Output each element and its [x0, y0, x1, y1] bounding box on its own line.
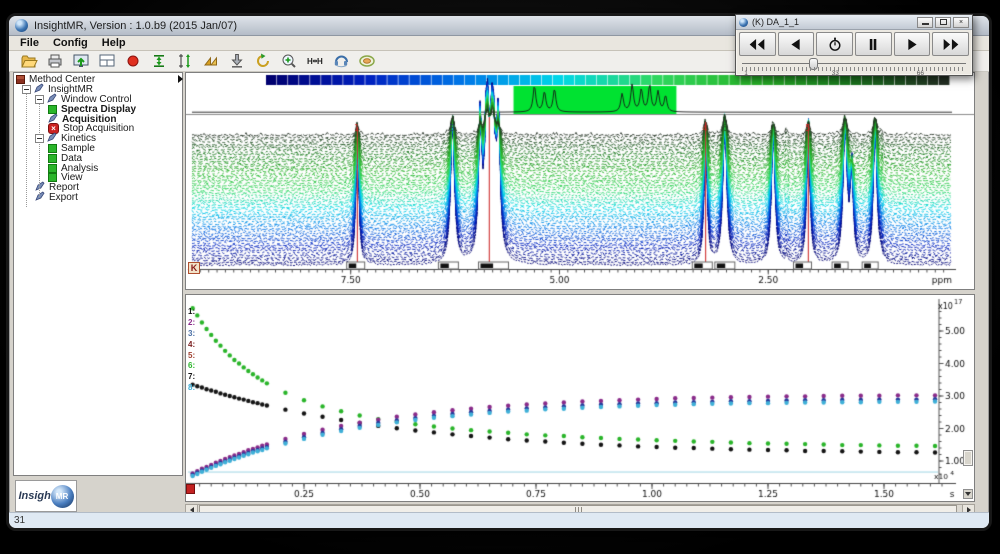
slider-tick-ruler	[742, 67, 966, 71]
menu-item-file[interactable]: File	[13, 37, 46, 49]
print-icon[interactable]	[45, 52, 64, 71]
stack-arrows-icon[interactable]	[201, 52, 220, 71]
scroll-down-button[interactable]	[963, 489, 973, 499]
close-button[interactable]: ×	[953, 17, 969, 28]
method-center-icon	[16, 75, 25, 84]
collapse-expander-icon[interactable]	[35, 134, 44, 143]
kinetics-origin-marker	[186, 484, 195, 494]
menu-item-help[interactable]: Help	[95, 37, 133, 49]
legend-entry-7: 7:	[188, 373, 195, 382]
spectra-axis-marker: K	[188, 262, 200, 274]
h-h-extents-icon[interactable]: HH	[305, 52, 324, 71]
module-square-icon	[48, 173, 57, 182]
axis-adjust-icon[interactable]	[175, 52, 194, 71]
tree-item-kinetics[interactable]: Kinetics	[14, 134, 182, 144]
zoom-in-icon[interactable]	[279, 52, 298, 71]
transport-title-bar[interactable]: (K) DA_1_1 ×	[736, 15, 972, 30]
fast-forward-button[interactable]	[932, 32, 969, 56]
transport-window-icon	[739, 18, 748, 27]
collapse-expander-icon[interactable]	[35, 95, 44, 104]
pause-button[interactable]	[855, 32, 892, 56]
kinetics-vertical-scrollbar[interactable]	[963, 297, 973, 499]
experiment-slider[interactable]: 1 33 66	[742, 58, 966, 76]
tree-guide	[26, 89, 27, 207]
module-square-icon	[48, 154, 57, 163]
window-tile-icon[interactable]	[97, 52, 116, 71]
minimize-icon	[922, 23, 929, 25]
pull-down-icon[interactable]	[227, 52, 246, 71]
legend-entry-3: 3:	[188, 330, 195, 339]
desktop-background: InsightMR, Version : 1.0.b9 (2015 Jan/07…	[0, 0, 1000, 554]
play-button[interactable]	[894, 32, 931, 56]
slider-track[interactable]	[742, 63, 966, 64]
y-scale-icon[interactable]	[149, 52, 168, 71]
record-icon[interactable]	[123, 52, 142, 71]
method-tree-panel: Method CenterInsightMRWindow ControlSpec…	[13, 72, 183, 476]
kinetics-plot-panel: 1: 2: 3: 4: 5:6: 7: 8:	[185, 294, 975, 502]
status-bar: 31	[9, 512, 989, 528]
kinetics-series-legend: 1: 2: 3: 4: 5:6: 7: 8:	[188, 308, 195, 393]
pen-icon	[35, 191, 45, 204]
legend-entry-8: 8:	[188, 384, 195, 393]
timer-button[interactable]	[816, 32, 853, 56]
scrollbar-thumb[interactable]	[963, 450, 973, 466]
collapse-expander-icon[interactable]	[22, 85, 31, 94]
legend-entry-5: 5:	[188, 352, 195, 361]
module-square-icon	[48, 144, 57, 153]
spectra-display-panel: K	[185, 72, 975, 290]
oval-region-icon[interactable]	[357, 52, 376, 71]
splitter-collapse-icon[interactable]	[178, 75, 183, 83]
window-title: InsightMR, Version : 1.0.b9 (2015 Jan/07…	[34, 20, 237, 32]
svg-text:H: H	[317, 57, 323, 66]
display-export-icon[interactable]	[71, 52, 90, 71]
legend-entry-2: 2:	[188, 319, 195, 328]
transport-controls	[736, 30, 972, 58]
slider-label: 1	[744, 70, 748, 77]
minimize-button[interactable]	[917, 17, 933, 28]
logo-badge: MR	[51, 485, 74, 508]
legend-entry-6: 6:	[188, 362, 195, 371]
logo-text: Insight	[18, 490, 54, 502]
legend-entry-4: 4:	[188, 341, 195, 350]
main-content: Method CenterInsightMRWindow ControlSpec…	[9, 72, 989, 515]
open-folder-icon[interactable]	[19, 52, 38, 71]
arrow-down-icon	[965, 492, 971, 496]
insightmr-logo: Insight MR	[15, 480, 77, 512]
app-icon	[15, 19, 28, 32]
svg-text:H: H	[307, 57, 313, 66]
slider-label: 66	[917, 70, 924, 77]
legend-entry-1: 1:	[188, 308, 195, 317]
spectra-waterfall-chart[interactable]	[186, 73, 974, 289]
tree-item-label: Export	[49, 192, 78, 203]
kinetics-scatter-chart[interactable]	[186, 295, 974, 501]
rotate-left-icon[interactable]	[253, 52, 272, 71]
status-text: 31	[14, 515, 25, 526]
module-square-icon	[48, 164, 57, 173]
slider-label: 33	[832, 70, 839, 77]
restore-button[interactable]	[935, 17, 951, 28]
restore-icon	[940, 19, 947, 25]
app-window: InsightMR, Version : 1.0.b9 (2015 Jan/07…	[6, 13, 992, 531]
rewind-button[interactable]	[739, 32, 776, 56]
step-back-button[interactable]	[778, 32, 815, 56]
headset-icon[interactable]	[331, 52, 350, 71]
tree-guide	[39, 99, 40, 197]
menu-item-config[interactable]: Config	[46, 37, 95, 49]
acquisition-transport-window: (K) DA_1_1 × 1 33 66	[735, 14, 973, 76]
transport-window-title: (K) DA_1_1	[752, 17, 915, 27]
